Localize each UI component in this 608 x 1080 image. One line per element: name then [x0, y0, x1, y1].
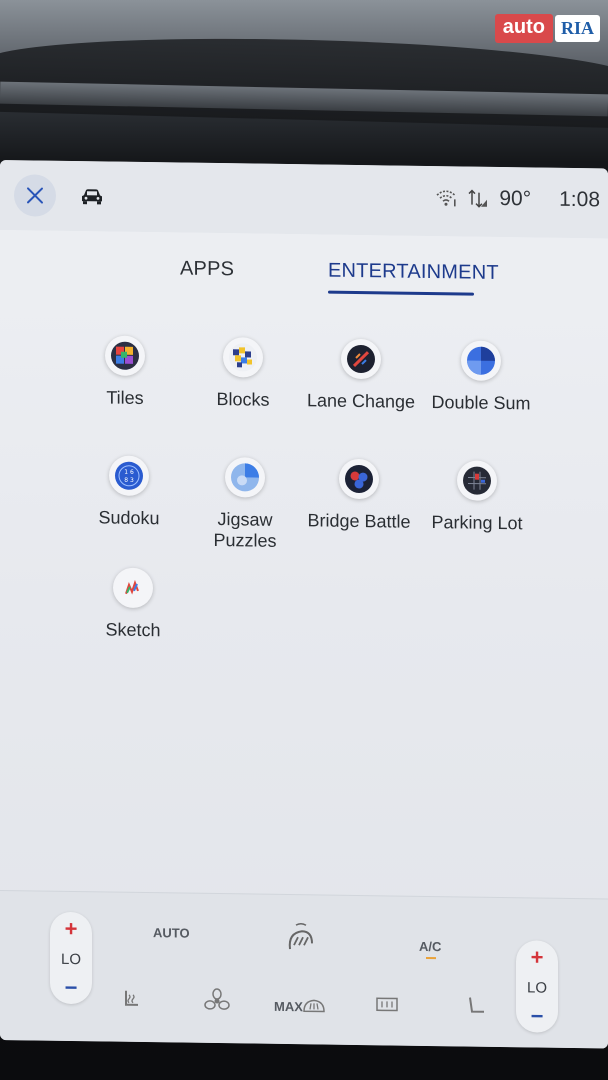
app-label-sudoku: Sudoku [98, 507, 160, 529]
lane-change-icon [341, 338, 381, 380]
blocks-icon [223, 337, 263, 378]
app-grid: Tiles Blocks Lane Change Double Sum 1 6 … [0, 292, 608, 910]
outside-temperature: 90° [499, 186, 532, 211]
left-temp-down-button[interactable]: − [65, 975, 78, 1000]
app-label-jigsaw-puzzles: Jigsaw Puzzles [213, 509, 276, 552]
ac-indicator [426, 956, 436, 960]
app-lane-change[interactable]: Lane Change [296, 338, 426, 413]
app-label-parking-lot: Parking Lot [431, 512, 523, 534]
clock: 1:08 [559, 187, 600, 212]
left-temp-value: LO [60, 950, 81, 968]
sketch-icon [113, 567, 153, 609]
car-icon[interactable] [80, 187, 104, 205]
max-defrost-icon [303, 999, 325, 1013]
app-sudoku[interactable]: 1 6 8 3 Sudoku [64, 455, 194, 530]
app-sketch[interactable]: Sketch [68, 567, 198, 642]
close-icon [27, 187, 43, 204]
svg-text:1 6: 1 6 [124, 469, 134, 476]
active-tab-indicator [328, 290, 474, 296]
app-label-double-sum: Double Sum [431, 392, 531, 414]
right-temp-value: LO [526, 978, 547, 997]
bridge-battle-icon [339, 458, 379, 500]
svg-text:8 3: 8 3 [124, 477, 134, 484]
left-temp-control: + LO − [50, 911, 92, 1005]
right-temp-up-button[interactable]: + [531, 944, 544, 969]
sudoku-icon: 1 6 8 3 [109, 455, 149, 497]
climate-bar: + LO − AUTO A/C MAX + LO − [0, 890, 608, 1049]
ac-button[interactable]: A/C [419, 939, 441, 954]
watermark-auto: auto [494, 14, 553, 43]
infotainment-screen: 90° 1:08 APPS ENTERTAINMENT Tiles Blocks… [0, 160, 608, 1049]
tab-apps[interactable]: APPS [180, 258, 234, 282]
tab-bar: APPS ENTERTAINMENT [0, 230, 608, 301]
app-label-sketch: Sketch [105, 619, 161, 641]
heated-seat-icon[interactable] [118, 987, 144, 1013]
status-indicators: 90° 1:08 [435, 186, 600, 212]
app-label-tiles: Tiles [106, 387, 144, 409]
app-label-bridge-battle: Bridge Battle [307, 510, 411, 532]
parking-lot-icon [457, 460, 497, 501]
tiles-icon [105, 335, 145, 377]
tab-entertainment[interactable]: ENTERTAINMENT [328, 260, 499, 285]
double-sum-icon [461, 340, 501, 381]
right-temp-control: + LO − [516, 940, 558, 1033]
signal-icon [468, 189, 488, 208]
heated-seat-right-icon[interactable] [462, 993, 488, 1019]
max-defrost-button[interactable]: MAX [274, 999, 303, 1014]
rear-defrost-icon[interactable] [374, 994, 400, 1016]
app-tiles[interactable]: Tiles [60, 335, 190, 410]
app-blocks[interactable]: Blocks [178, 336, 308, 411]
right-temp-down-button[interactable]: − [531, 1003, 544, 1028]
app-jigsaw-puzzles[interactable]: Jigsaw Puzzles [180, 457, 310, 553]
status-bar: 90° 1:08 [0, 160, 608, 239]
watermark-ria: RIA [554, 15, 600, 42]
app-label-jigsaw-line2: Puzzles [213, 529, 277, 551]
app-label-blocks: Blocks [216, 389, 270, 410]
fan-defrost-icon[interactable] [284, 921, 318, 955]
fan-icon[interactable] [204, 988, 230, 1014]
app-bridge-battle[interactable]: Bridge Battle [294, 458, 424, 533]
wifi-icon [436, 190, 456, 207]
app-double-sum[interactable]: Double Sum [416, 340, 546, 415]
jigsaw-icon [225, 457, 265, 498]
left-temp-up-button[interactable]: + [65, 916, 78, 941]
photo-frame: auto RIA 90° 1:08 APPS ENTERTAINMENT Til… [0, 0, 608, 1080]
watermark: auto RIA [494, 14, 600, 43]
app-label-lane-change: Lane Change [306, 390, 416, 412]
app-label-jigsaw-line1: Jigsaw [217, 509, 273, 530]
app-parking-lot[interactable]: Parking Lot [412, 460, 542, 535]
close-button[interactable] [14, 174, 56, 217]
auto-climate-button[interactable]: AUTO [153, 925, 190, 941]
